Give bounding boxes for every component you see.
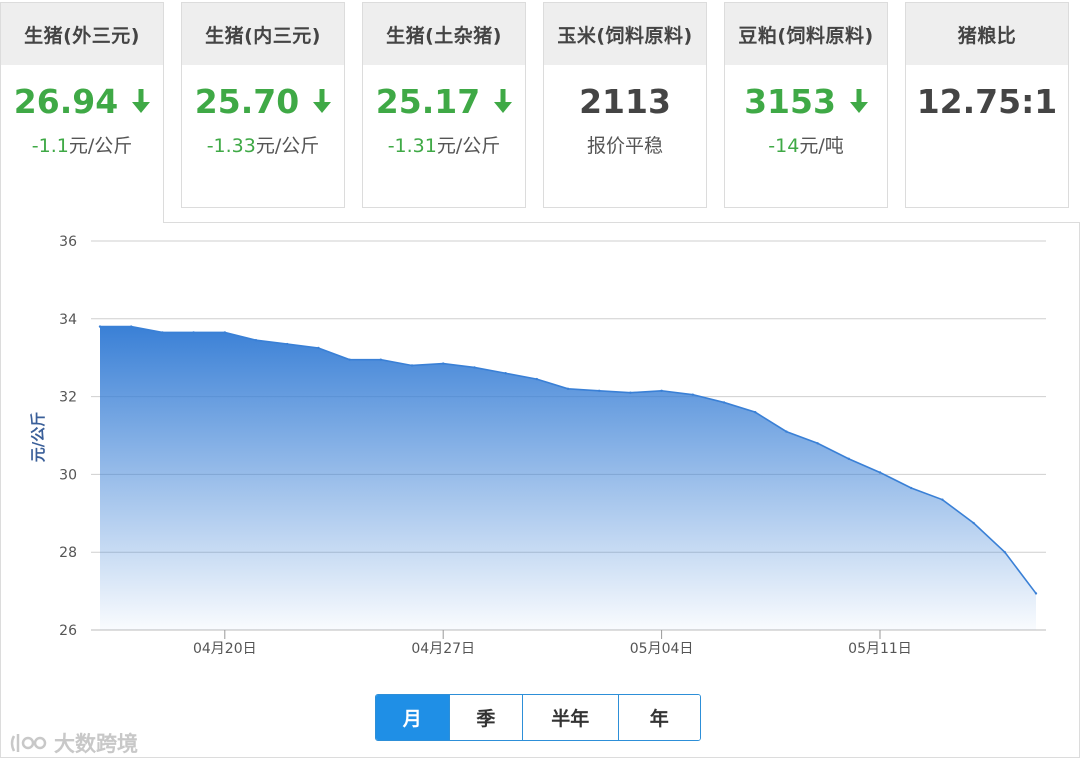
data-point[interactable] <box>223 331 226 334</box>
card-change: -1.1元/公斤 <box>1 131 163 158</box>
data-point[interactable] <box>816 442 819 445</box>
card-change: -1.33元/公斤 <box>182 131 344 158</box>
data-point[interactable] <box>1003 551 1006 554</box>
card-value: 2113 <box>579 81 671 121</box>
card-change-value: -1.33 <box>206 135 256 157</box>
data-point[interactable] <box>317 346 320 350</box>
price-chart: 26 28 30 32 34 36 04月20日 04月27日 05月04日 05月11日 元/… <box>29 234 1046 657</box>
card-title: 猪粮比 <box>906 3 1068 65</box>
y-tick-label: 30 <box>59 467 77 483</box>
card-change-unit: 报价平稳 <box>586 135 663 157</box>
card-change: -1.31元/公斤 <box>363 131 525 158</box>
price-card[interactable]: 生猪(内三元) 25.70 -1.33元/公斤 <box>181 2 345 208</box>
price-card[interactable]: 猪粮比 12.75:1 <box>905 2 1069 208</box>
x-tick-label: 04月20日 <box>193 641 257 657</box>
card-change-value: -14 <box>768 135 800 157</box>
price-card[interactable]: 豆粕(饲料原料) 3153 -14元/吨 <box>724 2 888 208</box>
card-value-row: 2113 <box>544 65 706 137</box>
data-point[interactable] <box>629 391 632 394</box>
data-point[interactable] <box>192 331 195 334</box>
data-point[interactable] <box>722 401 726 404</box>
arrow-down-icon <box>132 89 151 113</box>
arrow-down-icon <box>849 89 868 113</box>
data-point[interactable] <box>972 521 975 525</box>
card-title: 生猪(内三元) <box>182 3 344 65</box>
data-point[interactable] <box>348 358 351 361</box>
y-tick-label: 34 <box>59 312 77 328</box>
data-point[interactable] <box>754 410 757 414</box>
data-point[interactable] <box>254 338 258 342</box>
data-point[interactable] <box>473 366 476 369</box>
time-range-selector: 月季半年年 <box>375 694 701 741</box>
card-title: 生猪(外三元) <box>1 3 163 65</box>
data-point[interactable] <box>941 498 944 501</box>
watermark: 大数跨境 <box>8 728 138 758</box>
card-value-row: 26.94 <box>1 65 163 137</box>
data-point[interactable] <box>504 372 507 375</box>
card-change-unit: 元/公斤 <box>68 135 133 157</box>
price-card[interactable]: 玉米(饲料原料) 2113 报价平稳 <box>543 2 707 208</box>
card-change-value: -1.31 <box>387 135 437 157</box>
card-change-value: -1.1 <box>31 135 69 157</box>
card-value: 3153 <box>744 81 836 121</box>
data-point[interactable] <box>410 364 414 367</box>
card-change: -14元/吨 <box>725 131 887 158</box>
data-point[interactable] <box>785 430 788 433</box>
watermark-logo-icon <box>10 734 47 752</box>
card-value: 12.75:1 <box>916 81 1058 121</box>
data-point[interactable] <box>878 471 882 474</box>
data-point[interactable] <box>535 377 538 381</box>
y-tick-label: 36 <box>59 234 77 250</box>
card-change-unit: 元/公斤 <box>255 135 320 157</box>
data-point[interactable] <box>442 362 445 365</box>
range-button[interactable]: 季 <box>449 695 524 740</box>
x-tick-label: 05月11日 <box>848 641 912 657</box>
y-tick-label: 28 <box>59 545 77 561</box>
data-point[interactable] <box>130 325 133 328</box>
data-point[interactable] <box>566 387 570 391</box>
data-point[interactable] <box>847 457 850 461</box>
card-title: 玉米(饲料原料) <box>544 3 706 65</box>
card-value: 25.17 <box>375 81 481 121</box>
watermark-text: 大数跨境 <box>54 732 138 756</box>
card-value-row: 3153 <box>725 65 887 137</box>
data-point[interactable] <box>660 389 663 392</box>
price-card[interactable]: 生猪(外三元) 26.94 -1.1元/公斤 <box>0 2 164 223</box>
card-title: 生猪(土杂猪) <box>363 3 525 65</box>
y-tick-label: 32 <box>59 390 77 406</box>
y-tick-label: 26 <box>59 623 77 639</box>
card-value-row: 25.70 <box>182 65 344 137</box>
card-change: 报价平稳 <box>544 131 706 158</box>
arrow-down-icon <box>494 89 513 113</box>
card-value: 26.94 <box>13 81 119 121</box>
x-tick-label: 05月04日 <box>630 641 694 657</box>
data-point[interactable] <box>1034 592 1038 595</box>
range-button[interactable]: 半年 <box>523 695 619 740</box>
data-point[interactable] <box>98 325 102 328</box>
data-point[interactable] <box>910 486 913 490</box>
card-change-unit: 元/公斤 <box>436 135 501 157</box>
card-value-row: 12.75:1 <box>906 65 1068 137</box>
series-area <box>100 326 1036 630</box>
card-change-unit: 元/吨 <box>799 135 844 157</box>
card-value: 25.70 <box>194 81 300 121</box>
price-card[interactable]: 生猪(土杂猪) 25.17 -1.31元/公斤 <box>362 2 526 208</box>
y-axis-label: 元/公斤 <box>29 412 47 462</box>
arrow-down-icon <box>313 89 332 113</box>
range-button[interactable]: 月 <box>376 695 450 740</box>
card-value-row: 25.17 <box>363 65 525 137</box>
data-point[interactable] <box>598 389 601 392</box>
range-button[interactable]: 年 <box>618 695 700 740</box>
data-point[interactable] <box>691 393 694 396</box>
data-point[interactable] <box>161 331 164 334</box>
data-point[interactable] <box>286 342 289 346</box>
card-title: 豆粕(饲料原料) <box>725 3 887 65</box>
data-point[interactable] <box>379 358 382 361</box>
x-tick-label: 04月27日 <box>411 641 475 657</box>
